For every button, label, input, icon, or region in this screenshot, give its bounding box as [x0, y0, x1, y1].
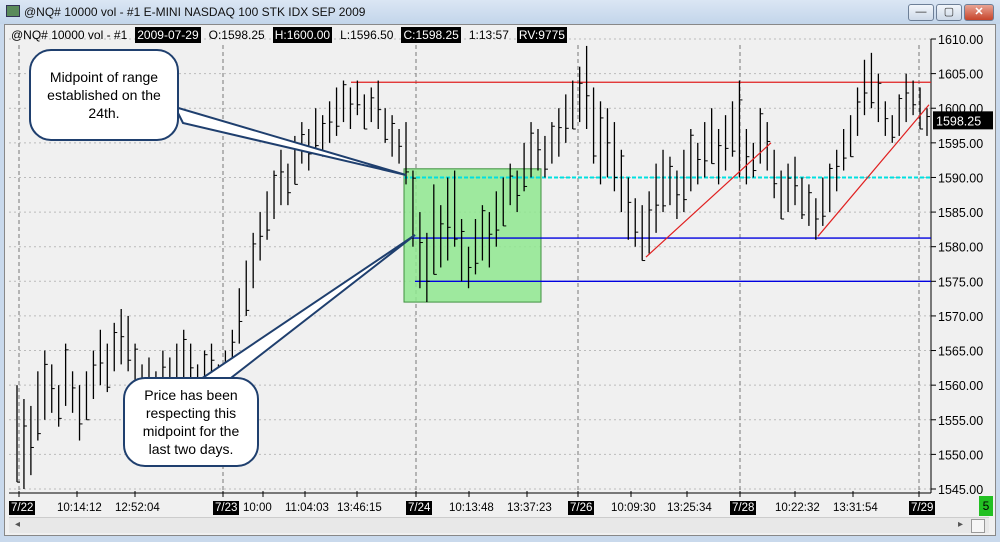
y-tick-label: 1560.00 — [938, 379, 983, 393]
title-bar: @NQ# 10000 vol - #1 E-MINI NASDAQ 100 ST… — [0, 0, 1000, 24]
x-tick-label: 7/28 — [730, 501, 757, 515]
x-tick-label: 10:00 — [243, 502, 272, 514]
x-tick-label: 11:04:03 — [285, 502, 329, 514]
horizontal-scrollbar[interactable]: ◂ ▸ — [9, 517, 989, 533]
close-label: C:1598.25 — [401, 27, 461, 43]
maximize-button[interactable]: ▢ — [936, 4, 962, 21]
y-tick-label: 1605.00 — [938, 68, 983, 82]
annotation-price-respecting: Price has been respecting this midpoint … — [123, 377, 259, 467]
scroll-left-icon[interactable]: ◂ — [15, 519, 20, 530]
app-icon — [6, 5, 20, 17]
rv-label: RV:9775 — [516, 27, 567, 43]
x-tick-label: 7/24 — [406, 501, 433, 515]
time-label: 1:13:57 — [468, 28, 509, 42]
y-tick-label: 1570.00 — [938, 310, 983, 324]
window-title: @NQ# 10000 vol - #1 E-MINI NASDAQ 100 ST… — [24, 5, 366, 19]
y-tick-label: 1610.00 — [938, 33, 983, 47]
symbol-label: @NQ# 10000 vol - #1 — [11, 28, 128, 42]
y-tick-label: 1565.00 — [938, 345, 983, 359]
x-tick-label: 13:31:54 — [833, 502, 878, 514]
x-tick-label: 7/22 — [9, 501, 36, 515]
y-tick-label: 1595.00 — [938, 137, 983, 151]
y-tick-label: 1575.00 — [938, 275, 983, 289]
x-tick-label: 13:25:34 — [667, 502, 712, 514]
count-badge: 5 — [979, 496, 993, 516]
x-tick-label: 10:09:30 — [611, 502, 656, 514]
y-tick-label: 1550.00 — [938, 448, 983, 462]
low-label: L:1596.50 — [340, 28, 394, 42]
minimize-button[interactable]: — — [908, 4, 934, 21]
open-label: O:1598.25 — [208, 28, 265, 42]
y-tick-label: 1585.00 — [938, 206, 983, 220]
x-tick-label: 13:46:15 — [337, 502, 382, 514]
chart-window: 1610.00 1605.00 1600.00 1595.00 1590.00 1585.… — [4, 24, 996, 536]
close-button[interactable]: ✕ — [964, 4, 994, 21]
range-box — [403, 168, 542, 303]
x-tick-label: 12:52:04 — [115, 502, 160, 514]
x-tick-label: 7/23 — [213, 501, 240, 515]
x-tick-label: 13:37:23 — [507, 502, 552, 514]
x-tick-label: 7/29 — [909, 501, 936, 515]
scrollbar-thumb[interactable] — [971, 519, 985, 533]
annotation-midpoint-established: Midpoint of range established on the 24t… — [29, 49, 179, 141]
high-label: H:1600.00 — [272, 27, 333, 43]
last-price-label: 1598.25 — [936, 114, 981, 128]
x-tick-label: 7/26 — [568, 501, 595, 515]
x-tick-label: 10:13:48 — [449, 502, 494, 514]
y-tick-label: 1580.00 — [938, 241, 983, 255]
x-tick-label: 10:14:12 — [57, 502, 102, 514]
date-label: 2009-07-29 — [135, 27, 201, 43]
quote-info-bar: @NQ# 10000 vol - #1 2009-07-29 O:1598.25 H:… — [9, 27, 573, 43]
y-tick-label: 1590.00 — [938, 171, 983, 185]
y-tick-label: 1555.00 — [938, 414, 983, 428]
y-tick-label: 1545.00 — [938, 483, 983, 497]
x-tick-label: 10:22:32 — [775, 502, 820, 514]
scroll-right-icon[interactable]: ▸ — [958, 519, 963, 530]
